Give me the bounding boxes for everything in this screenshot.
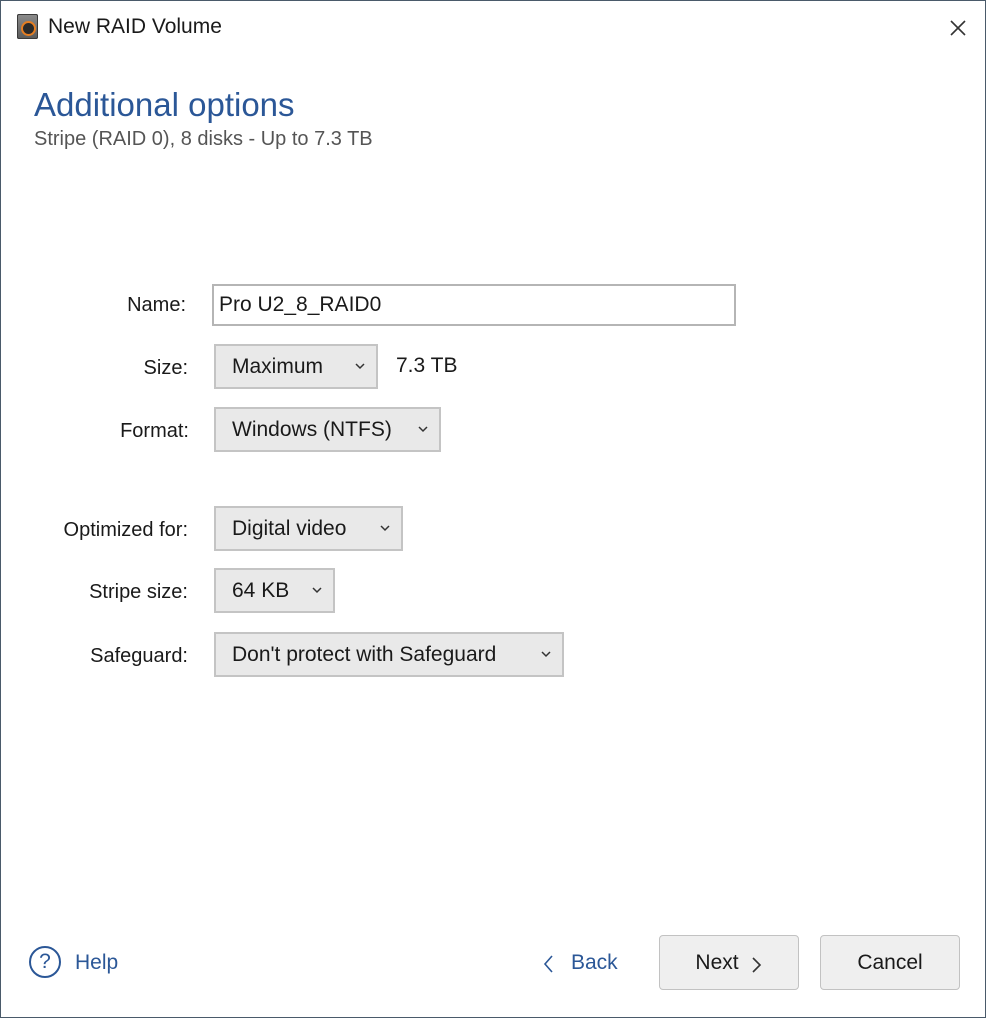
close-button[interactable] [945, 15, 971, 41]
safeguard-dropdown-value: Don't protect with Safeguard [232, 643, 497, 666]
dialog-window: New RAID Volume Additional options Strip… [0, 0, 986, 1018]
chevron-down-icon [312, 587, 322, 594]
page-title: Additional options [34, 86, 295, 123]
size-dropdown[interactable]: Maximum [214, 344, 378, 389]
title-bar: New RAID Volume [1, 1, 985, 53]
name-input[interactable] [212, 284, 736, 326]
help-label: Help [75, 951, 119, 974]
safeguard-dropdown[interactable]: Don't protect with Safeguard [214, 632, 564, 677]
page-subtitle: Stripe (RAID 0), 8 disks - Up to 7.3 TB [34, 128, 373, 150]
size-label: Size: [143, 357, 188, 379]
next-label: Next [695, 951, 739, 974]
format-dropdown-value: Windows (NTFS) [232, 418, 392, 441]
stripe-size-dropdown-value: 64 KB [232, 579, 290, 602]
format-label: Format: [120, 420, 189, 442]
name-label: Name: [127, 294, 186, 316]
optimized-for-label: Optimized for: [63, 519, 188, 541]
chevron-right-icon [752, 957, 761, 973]
format-dropdown[interactable]: Windows (NTFS) [214, 407, 441, 452]
chevron-down-icon [380, 525, 390, 532]
raid-disk-icon [17, 14, 38, 39]
chevron-down-icon [541, 651, 551, 658]
help-icon: ? [29, 946, 61, 978]
size-dropdown-value: Maximum [232, 355, 324, 378]
back-label: Back [571, 951, 618, 974]
optimized-for-dropdown-value: Digital video [232, 517, 347, 540]
chevron-down-icon [355, 363, 365, 370]
next-button[interactable]: Next [659, 935, 799, 990]
cancel-button[interactable]: Cancel [820, 935, 960, 990]
size-value-text: 7.3 TB [396, 354, 458, 377]
chevron-left-icon [543, 955, 553, 973]
optimized-for-dropdown[interactable]: Digital video [214, 506, 403, 551]
close-icon [950, 20, 966, 36]
safeguard-label: Safeguard: [90, 645, 188, 667]
chevron-down-icon [418, 426, 428, 433]
window-title: New RAID Volume [48, 15, 222, 38]
stripe-size-label: Stripe size: [89, 581, 188, 603]
stripe-size-dropdown[interactable]: 64 KB [214, 568, 335, 613]
